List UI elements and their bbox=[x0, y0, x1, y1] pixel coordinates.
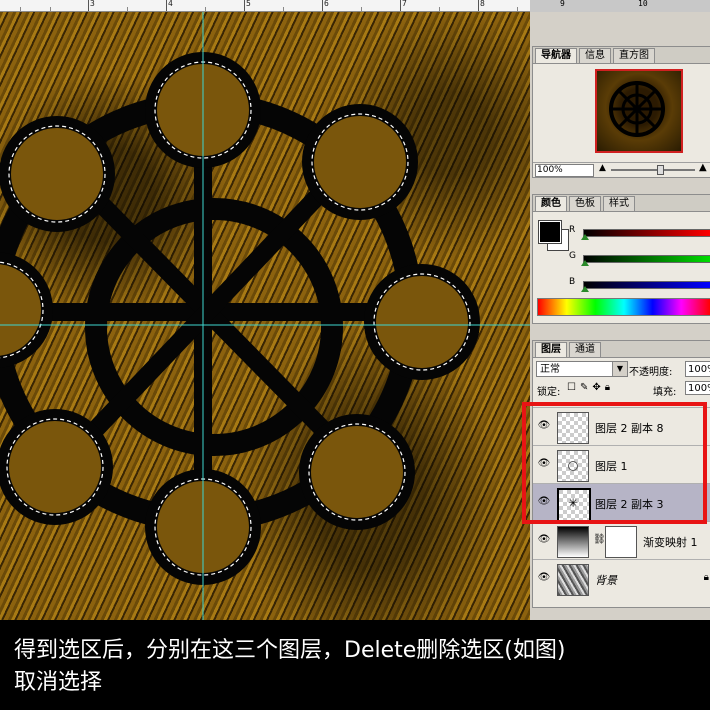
ruler-label: 10 bbox=[638, 0, 648, 8]
lock-options: ☐✎✥🔒︎ bbox=[567, 382, 614, 393]
ruler-extension: 9 10 bbox=[530, 0, 710, 12]
lock-transparency-icon[interactable]: ☐ bbox=[567, 382, 580, 393]
lock-paint-icon[interactable]: ✎ bbox=[580, 382, 592, 393]
layer-name: 渐变映射 1 bbox=[643, 536, 698, 549]
ruler-label: 3 bbox=[90, 0, 95, 8]
ruler-label: 4 bbox=[168, 0, 173, 8]
tutorial-caption: 得到选区后，分别在这三个图层，Delete删除选区(如图) 取消选择 bbox=[0, 620, 710, 710]
navigator-tabs: 导航器 信息 直方图 bbox=[533, 47, 710, 64]
ruler-label: 5 bbox=[246, 0, 251, 8]
hub-circle bbox=[364, 264, 480, 380]
blend-mode-value: 正常 bbox=[540, 364, 560, 375]
ruler-label: 9 bbox=[560, 0, 565, 8]
ruler-tick bbox=[244, 0, 245, 11]
ruler-minor-tick bbox=[517, 7, 518, 11]
ruler-minor-tick bbox=[127, 7, 128, 11]
lock-all-icon[interactable]: 🔒︎ bbox=[605, 382, 614, 393]
background-thumbnail bbox=[557, 564, 589, 596]
hub-circle bbox=[0, 409, 113, 525]
red-slider[interactable] bbox=[583, 229, 710, 237]
ruler-tick bbox=[478, 0, 479, 11]
zoom-in-icon[interactable]: ▲ bbox=[699, 162, 707, 173]
ruler-label: 6 bbox=[324, 0, 329, 8]
ruler-minor-tick bbox=[50, 7, 51, 11]
lock-label: 锁定: bbox=[537, 387, 561, 398]
hub-circle bbox=[299, 414, 415, 530]
layers-tabs: 图层 通道 bbox=[533, 341, 710, 358]
hub-circle bbox=[302, 104, 418, 220]
visibility-eye-icon[interactable]: 👁︎ bbox=[537, 572, 551, 584]
lock-move-icon[interactable]: ✥ bbox=[592, 382, 604, 393]
tab-color[interactable]: 颜色 bbox=[535, 196, 567, 211]
highlight-box bbox=[522, 402, 707, 524]
ruler-minor-tick bbox=[20, 7, 21, 11]
ruler-tick bbox=[322, 0, 323, 11]
gradient-map-thumbnail bbox=[557, 526, 589, 558]
blend-mode-select[interactable]: 正常 ▼ bbox=[536, 361, 628, 377]
tab-swatches[interactable]: 色板 bbox=[569, 196, 601, 211]
ruler-label: 8 bbox=[480, 0, 485, 8]
layer-name: 背景 bbox=[595, 574, 617, 587]
tab-styles[interactable]: 样式 bbox=[603, 196, 635, 211]
layer-row[interactable]: 👁︎ 背景 🔒︎ bbox=[533, 559, 710, 598]
ruler-tick bbox=[88, 0, 89, 11]
ruler-minor-tick bbox=[361, 7, 362, 11]
channel-label: R bbox=[569, 225, 576, 235]
navigator-preview bbox=[609, 81, 665, 137]
ruler-minor-tick bbox=[205, 7, 206, 11]
visibility-eye-icon[interactable]: 👁︎ bbox=[537, 534, 551, 546]
ruler-minor-tick bbox=[283, 7, 284, 11]
color-panel: 颜色 色板 样式 R 0 G 0 B 0 bbox=[532, 194, 710, 324]
hub-circle bbox=[0, 252, 53, 368]
navigator-view-box[interactable] bbox=[595, 69, 683, 153]
caption-line-2: 取消选择 bbox=[14, 670, 103, 695]
zoom-slider[interactable] bbox=[611, 169, 695, 171]
horizontal-ruler[interactable]: 3 4 5 6 7 8 bbox=[0, 0, 530, 12]
zoom-slider-handle[interactable] bbox=[657, 165, 664, 175]
fill-input[interactable]: 100% bbox=[685, 381, 710, 395]
blue-slider[interactable] bbox=[583, 281, 710, 289]
document-canvas[interactable] bbox=[0, 12, 530, 620]
zoom-input[interactable]: 100% bbox=[535, 164, 594, 177]
ruler-tick bbox=[400, 0, 401, 11]
color-tabs: 颜色 色板 样式 bbox=[533, 195, 710, 212]
layer-row[interactable]: 👁︎ ⛓︎ 渐变映射 1 bbox=[533, 521, 710, 560]
green-slider-handle[interactable] bbox=[581, 260, 589, 266]
opacity-label: 不透明度: bbox=[629, 367, 673, 378]
zoom-out-icon[interactable]: ▲ bbox=[599, 163, 606, 173]
caption-line-1: 得到选区后，分别在这三个图层，Delete删除选区(如图) bbox=[14, 638, 566, 663]
link-icon[interactable]: ⛓︎ bbox=[593, 534, 606, 545]
wheel-artwork bbox=[0, 12, 530, 620]
lock-icon: 🔒︎ bbox=[703, 572, 709, 583]
tab-channels[interactable]: 通道 bbox=[569, 342, 601, 357]
blue-slider-handle[interactable] bbox=[581, 286, 589, 292]
opacity-input[interactable]: 100% bbox=[685, 361, 710, 377]
channel-label: B bbox=[569, 277, 576, 287]
ruler-tick bbox=[166, 0, 167, 11]
green-slider[interactable] bbox=[583, 255, 710, 263]
channel-label: G bbox=[569, 251, 576, 261]
color-spectrum-bar[interactable] bbox=[537, 298, 710, 316]
tab-info[interactable]: 信息 bbox=[579, 48, 611, 63]
navigator-panel: 导航器 信息 直方图 100% ▲ ▲ bbox=[532, 46, 710, 178]
tab-layers[interactable]: 图层 bbox=[535, 342, 567, 357]
tab-histogram[interactable]: 直方图 bbox=[613, 48, 655, 63]
ruler-label: 7 bbox=[402, 0, 407, 8]
ruler-minor-tick bbox=[439, 7, 440, 11]
layer-mask-thumbnail[interactable] bbox=[605, 526, 637, 558]
chevron-down-icon[interactable]: ▼ bbox=[612, 362, 627, 376]
red-slider-handle[interactable] bbox=[581, 234, 589, 240]
tab-navigator[interactable]: 导航器 bbox=[535, 48, 577, 63]
navigator-zoom-row: 100% ▲ ▲ bbox=[533, 162, 710, 177]
hub-circle bbox=[0, 116, 115, 232]
foreground-color-swatch[interactable] bbox=[538, 220, 562, 244]
fill-label: 填充: bbox=[653, 387, 677, 398]
